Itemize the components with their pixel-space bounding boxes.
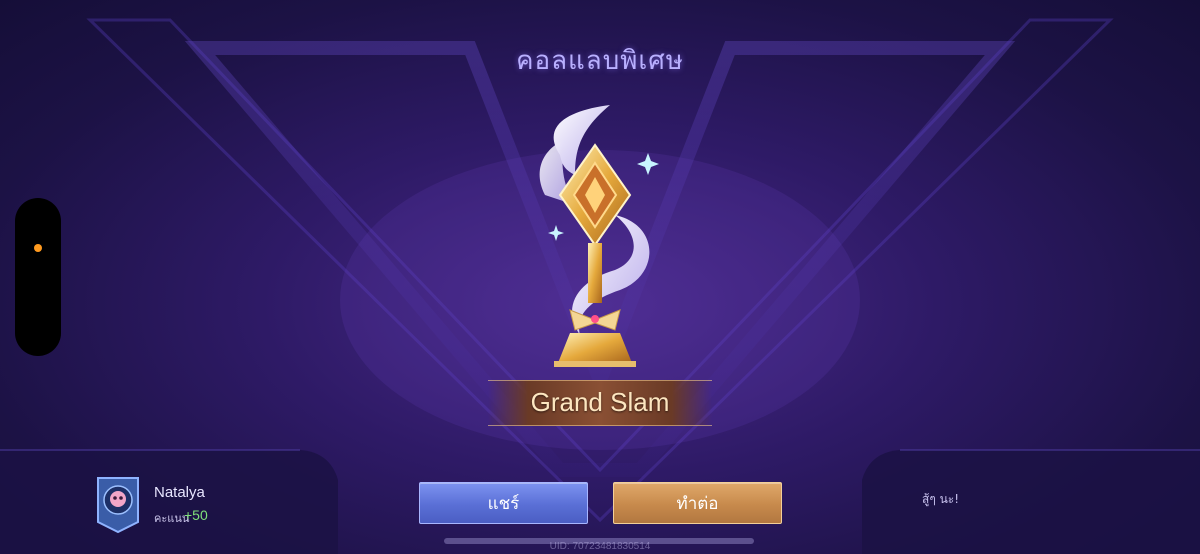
achievement-name: Grand Slam (530, 387, 670, 417)
score-value: +50 (184, 507, 208, 523)
uid-text: UID: 70723481830514 (549, 541, 651, 552)
player-name: Natalya (154, 484, 205, 501)
continue-button[interactable]: ทำต่อ (613, 482, 782, 524)
orange-dot-icon (34, 244, 42, 252)
player-info: Natalya คะแนน +50 (96, 476, 316, 540)
skull-badge-icon (97, 477, 139, 534)
achievement-banner: Grand Slam (488, 380, 712, 426)
trophy-icon (539, 105, 659, 367)
side-indicator-pill (15, 198, 61, 356)
share-button[interactable]: แชร์ (419, 482, 588, 524)
screen-title: คอลแลบพิเศษ (516, 46, 684, 76)
cheer-message: สู้ๆ นะ! (922, 492, 960, 506)
